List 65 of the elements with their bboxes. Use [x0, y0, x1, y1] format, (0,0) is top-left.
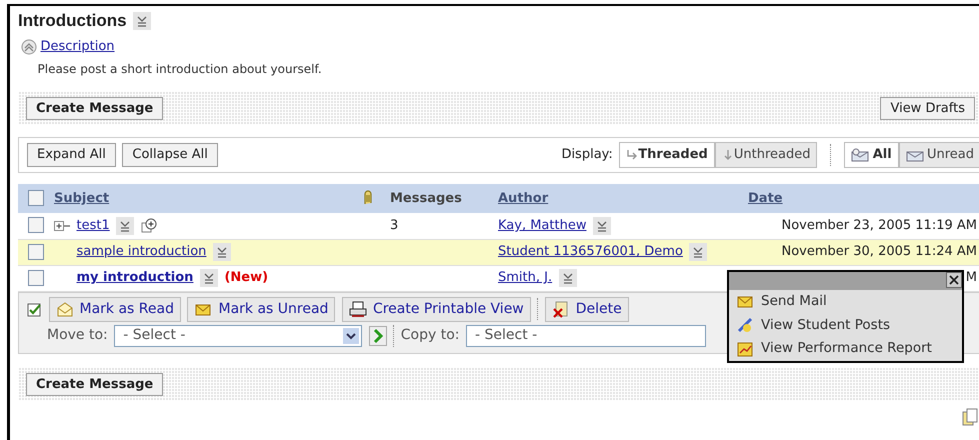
expand-icon[interactable] — [54, 220, 70, 232]
menu-item[interactable]: View Performance Report — [729, 337, 962, 361]
menu-item[interactable]: Send Mail — [729, 290, 962, 314]
down-arrow-icon — [722, 148, 734, 161]
view-drafts-button[interactable]: View Drafts — [880, 96, 975, 120]
menu-item[interactable]: View Student Posts — [729, 314, 962, 338]
move-to-select[interactable]: - Select - — [114, 324, 362, 347]
column-header-link[interactable]: Author — [498, 190, 548, 206]
read-filter-tab[interactable]: All — [844, 142, 899, 168]
close-button[interactable] — [946, 272, 962, 288]
create-message-button[interactable]: Create Message — [26, 96, 164, 120]
description-link[interactable]: Description — [40, 36, 115, 56]
read-filter-tab[interactable]: Unread — [898, 142, 979, 168]
collapse-icon[interactable] — [21, 38, 38, 54]
menu-icon[interactable] — [212, 243, 231, 262]
message-count: 3 — [390, 218, 398, 234]
date-text: November 23, 2005 11:19 AM — [782, 218, 977, 234]
action-button[interactable]: Delete — [544, 296, 629, 322]
action-button[interactable]: Mark as Unread — [187, 296, 336, 322]
person-name-link[interactable]: Kay, Matthew — [498, 216, 586, 236]
copy-to-select[interactable]: - Select - — [466, 324, 706, 347]
column-header-link[interactable]: Subject — [54, 190, 110, 206]
create-message-button[interactable]: Create Message — [26, 372, 164, 396]
display-label: Display: — [561, 146, 613, 164]
row-checkbox[interactable] — [28, 244, 44, 260]
menu-icon[interactable] — [689, 243, 708, 262]
column-header: Messages — [390, 190, 462, 206]
move-to-label: Move to: — [47, 326, 108, 346]
row-checkbox[interactable] — [28, 270, 44, 286]
menu-icon[interactable] — [558, 269, 577, 288]
menu-icon[interactable] — [200, 269, 218, 288]
date-text: November 30, 2005 11:24 AM — [782, 244, 977, 260]
printer-icon — [348, 300, 367, 318]
go-button[interactable] — [368, 326, 387, 346]
post-title-link[interactable]: my introduction — [76, 268, 194, 288]
new-label: (New) — [224, 269, 268, 288]
date-text: M — [966, 270, 977, 286]
copy-to-label: Copy to: — [400, 326, 460, 346]
envelope-icon — [737, 294, 753, 310]
row-checkbox[interactable] — [28, 217, 44, 234]
column-header-link[interactable]: Date — [748, 190, 783, 206]
description-text: Please post a short introduction about yourself. — [38, 60, 323, 78]
display-tab[interactable]: Unthreaded — [714, 142, 818, 168]
add-reply-icon[interactable] — [140, 218, 157, 234]
dropdown-icon — [343, 328, 360, 344]
expand-all-button[interactable]: Expand All — [27, 143, 116, 167]
pages-icon[interactable] — [962, 408, 978, 426]
open-envelope-icon — [56, 300, 74, 318]
select-all-checkbox[interactable] — [28, 190, 44, 206]
paperclip-icon — [362, 190, 374, 206]
delete-icon — [552, 300, 570, 318]
action-button[interactable]: Create Printable View — [342, 296, 531, 322]
action-button[interactable]: Mark as Read — [48, 296, 181, 322]
menu-icon[interactable] — [133, 12, 152, 30]
close-icon — [949, 275, 959, 285]
checkbox-icon[interactable] — [27, 302, 42, 317]
menu-icon[interactable] — [592, 216, 611, 235]
collapse-all-button[interactable]: Collapse All — [122, 143, 218, 167]
page-title: Introductions — [18, 10, 127, 32]
chart-icon — [737, 340, 753, 357]
post-title-link[interactable]: test1 — [76, 216, 110, 236]
person-name-link[interactable]: Smith, J. — [498, 268, 552, 288]
display-tab[interactable]: Threaded — [619, 142, 715, 168]
menu-icon[interactable] — [116, 216, 134, 235]
envelope-icon — [851, 148, 870, 162]
